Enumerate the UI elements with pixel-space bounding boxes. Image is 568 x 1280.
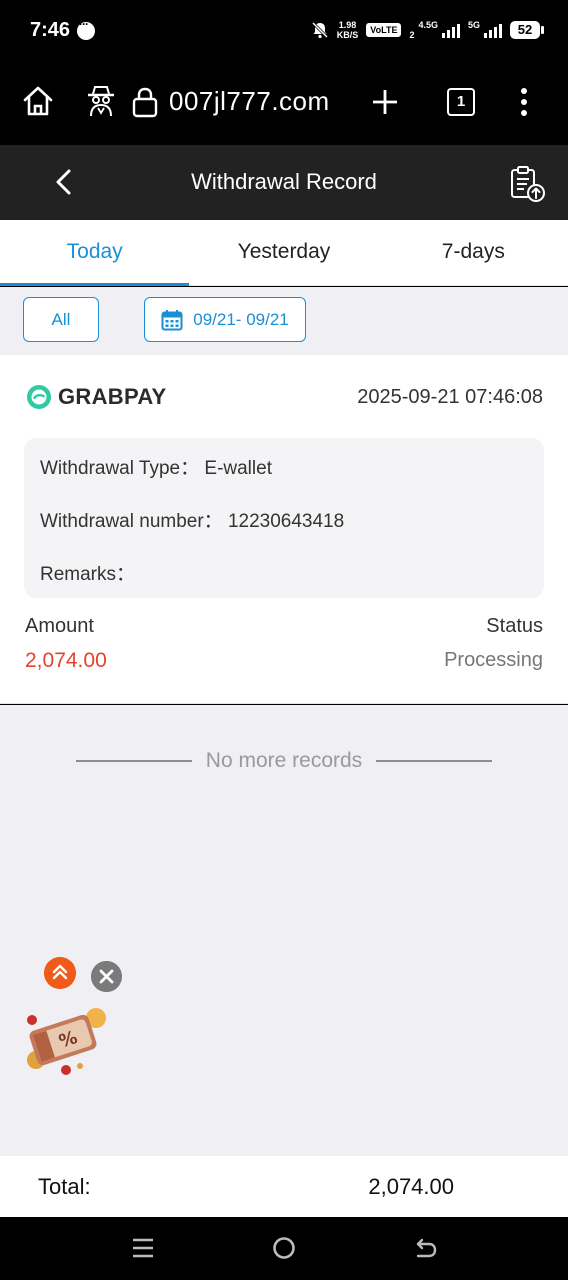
more-options-icon[interactable] [516,86,532,118]
status-bar: 7:46 1.98 KB/S VoLTE 2 4.5G 5G 52 [0,0,568,64]
filter-bar: All 09/21- 09/21 [0,287,568,355]
network-speed-unit: KB/S [336,30,359,40]
status-value: Processing [444,649,543,671]
records-list-end: No more records % [0,705,568,1156]
network-speed-value: 1.98 [338,20,357,30]
promo-coupon-icon[interactable]: % [18,1000,108,1078]
total-value: 2,074.00 [368,1174,454,1199]
tab-today[interactable]: Today [0,220,190,286]
record-details: Withdrawal Type： E-wallet Withdrawal num… [24,438,544,598]
remarks-label: Remarks： [40,564,136,585]
app-header: Withdrawal Record [0,145,568,220]
withdrawal-type-row: Withdrawal Type： E-wallet [40,453,272,480]
no-more-records-text: No more records [205,749,363,772]
total-label: Total: [38,1174,91,1199]
battery-icon: 52 [510,21,544,39]
tab-switcher-button[interactable]: 1 [447,88,475,116]
system-back-icon[interactable] [412,1234,440,1262]
home-icon[interactable] [21,84,55,118]
withdrawal-number-value: 12230643418 [227,511,345,532]
date-range-label: 09/21- 09/21 [193,309,289,329]
collapse-up-icon[interactable] [44,957,76,989]
signal-icon-1 [441,22,460,38]
status-time: 7:46 [30,19,71,41]
close-icon[interactable] [91,961,122,992]
calendar-icon [161,309,183,330]
withdrawal-number-row: Withdrawal number： 12230643418 [40,506,344,533]
network-type-1: 4.5G [418,20,438,30]
no-more-records: No more records [0,749,568,773]
payment-brand: GRABPAY [26,384,166,410]
clipboard-upload-icon[interactable] [508,164,548,204]
date-range-button[interactable]: 09/21- 09/21 [144,297,306,342]
record-datetime: 2025-09-21 07:46:08 [357,386,543,408]
chat-notification-icon [77,17,95,40]
remarks-row: Remarks： [40,559,135,586]
network-speed: 1.98 KB/S [337,20,359,40]
date-tabs: Today Yesterday 7-days [0,220,568,286]
recent-apps-icon[interactable] [129,1234,157,1262]
lock-icon[interactable] [131,86,159,118]
withdrawal-type-label: Withdrawal Type： [40,458,200,479]
browser-toolbar: 007jl777.com 1 [0,64,568,145]
divider-right [376,760,493,762]
amount-value: 2,074.00 [25,649,107,672]
tab-yesterday[interactable]: Yesterday [189,220,378,285]
amount-label: Amount [25,615,94,637]
status-label: Status [486,615,543,637]
volte-sim: 2 [409,30,415,40]
volte-badge: VoLTE [366,23,402,37]
withdrawal-number-label: Withdrawal number： [40,511,223,532]
home-circle-icon[interactable] [270,1234,298,1262]
grabpay-logo-icon [27,385,51,409]
system-navigation-bar [0,1217,568,1280]
tab-7-days[interactable]: 7-days [379,220,568,285]
status-icons: 1.98 KB/S VoLTE 2 4.5G 5G 52 [311,20,544,40]
total-footer: Total: 2,074.00 [0,1156,568,1217]
network-type-2: 5G [467,20,480,30]
page-title: Withdrawal Record [191,169,377,194]
new-tab-icon[interactable] [371,88,399,116]
mute-bell-icon [311,21,328,39]
withdrawal-record-card[interactable]: GRABPAY 2025-09-21 07:46:08 Withdrawal T… [0,355,568,704]
divider-left [75,760,192,762]
incognito-icon[interactable] [85,84,117,118]
brand-name: GRABPAY [58,384,167,409]
address-bar-url[interactable]: 007jl777.com [169,86,330,117]
withdrawal-type-value: E-wallet [204,458,272,479]
signal-icon-2 [484,22,502,38]
type-filter-button[interactable]: All [23,297,99,342]
type-filter-label: All [51,309,71,329]
